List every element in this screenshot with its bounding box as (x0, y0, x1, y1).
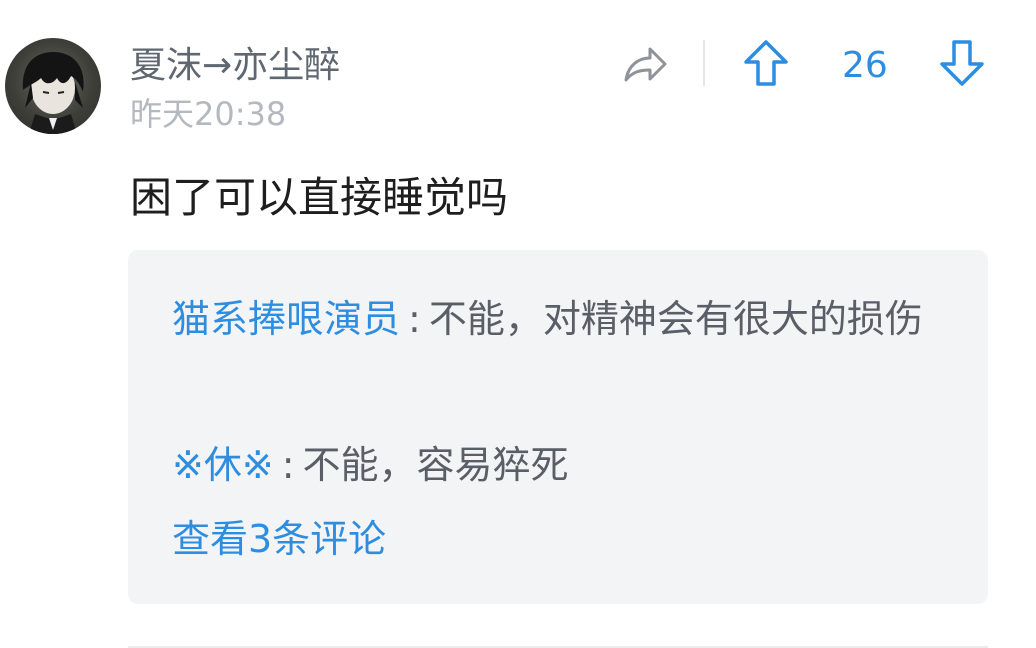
vote-count: 26 (842, 45, 888, 86)
reply-text: 不能，容易猝死 (302, 443, 569, 487)
reply-item[interactable]: ※休※: 不能，容易猝死 (172, 434, 952, 496)
action-divider (703, 40, 705, 86)
reply-item[interactable]: 猫系捧哏演员: 不能，对精神会有很大的损伤 (172, 288, 952, 350)
downvote-button[interactable] (938, 38, 986, 88)
reply-author[interactable]: 猫系捧哏演员 (172, 297, 400, 341)
username[interactable]: 夏沫→亦尘醉 (130, 42, 340, 90)
replies-box: 猫系捧哏演员: 不能，对精神会有很大的损伤 ※休※: 不能，容易猝死 查看3条评论 (128, 250, 988, 604)
post-time: 昨天20:38 (130, 95, 287, 133)
share-icon[interactable] (620, 40, 670, 90)
avatar[interactable] (5, 38, 101, 134)
post-content: 困了可以直接睡觉吗 (130, 173, 509, 222)
reply-author[interactable]: ※休※ (172, 443, 274, 487)
reply-separator: : (408, 297, 421, 341)
reply-separator: : (281, 443, 295, 487)
arrow-up-icon (744, 40, 788, 86)
arrow-down-icon (940, 40, 984, 86)
upvote-button[interactable] (742, 38, 790, 88)
avatar-image (22, 52, 84, 134)
reply-text: 不能，对精神会有很大的损伤 (428, 297, 923, 341)
view-more-replies-link[interactable]: 查看3条评论 (172, 508, 386, 570)
